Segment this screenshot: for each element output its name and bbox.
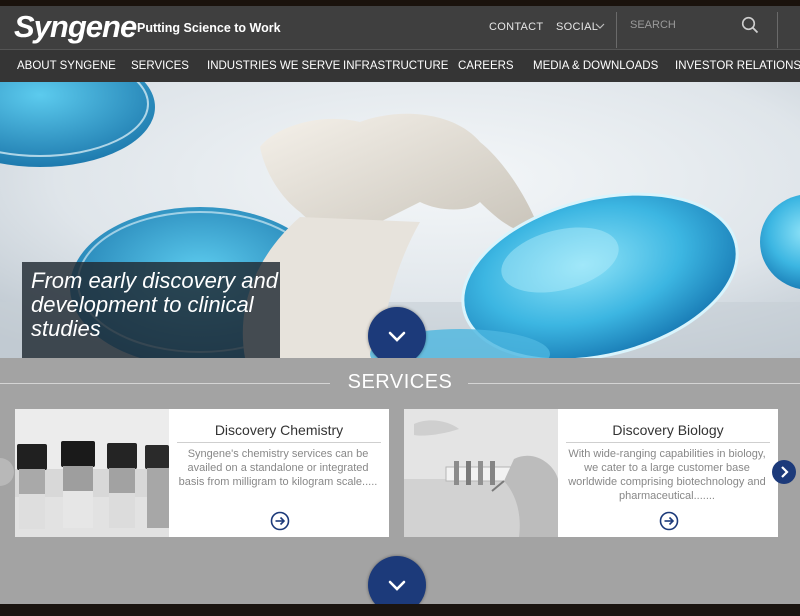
card-title: Discovery Chemistry	[214, 422, 344, 438]
services-section: SERVICES Discovery Chemistry Syngene's c…	[0, 358, 800, 604]
page: Syngene Putting Science to Work CONTACT …	[0, 0, 800, 616]
hero-caption: From early discovery and development to …	[31, 268, 278, 341]
search-icon[interactable]	[741, 16, 759, 34]
nav-item-industries[interactable]: INDUSTRIES WE SERVE	[207, 60, 340, 72]
divider	[177, 442, 381, 443]
divider	[468, 383, 800, 384]
social-dropdown[interactable]: SOCIAL	[556, 21, 598, 33]
card-description: With wide-ranging capabilities in biolog…	[568, 448, 766, 502]
service-card-discovery-biology[interactable]: Discovery Biology With wide-ranging capa…	[404, 409, 778, 537]
bottom-strip	[0, 604, 800, 616]
chevron-right-icon	[781, 466, 789, 478]
nav-item-infrastructure[interactable]: INFRASTRUCTURE	[343, 60, 448, 72]
hero-caption-box: From early discovery and development to …	[22, 262, 280, 358]
nav-item-investor-relations[interactable]: INVESTOR RELATIONS	[675, 60, 800, 72]
main-nav: ABOUT SYNGENE SERVICES INDUSTRIES WE SER…	[0, 49, 800, 82]
slider-prev-button[interactable]	[0, 458, 14, 486]
slider-next-button[interactable]	[772, 460, 796, 484]
scroll-down-button[interactable]	[368, 556, 426, 604]
glove-tubes-photo	[404, 409, 558, 537]
nav-item-careers[interactable]: CAREERS	[458, 60, 514, 72]
header-bar: Syngene Putting Science to Work CONTACT …	[0, 6, 800, 49]
divider	[777, 12, 778, 48]
tagline: Putting Science to Work	[137, 21, 281, 35]
nav-item-about-syngene[interactable]: ABOUT SYNGENE	[17, 60, 116, 72]
chevron-down-icon[interactable]	[594, 20, 606, 32]
nav-item-media-downloads[interactable]: MEDIA & DOWNLOADS	[533, 60, 658, 72]
arrow-right-circle-icon[interactable]	[270, 511, 290, 531]
chevron-down-icon	[388, 331, 406, 342]
card-description: Syngene's chemistry services can be avai…	[178, 448, 378, 488]
syngene-logo[interactable]: Syngene	[14, 9, 137, 45]
hero-banner: From early discovery and development to …	[0, 82, 800, 358]
nav-item-services[interactable]: SERVICES	[131, 60, 189, 72]
card-title: Discovery Biology	[612, 422, 724, 438]
scroll-down-button[interactable]	[368, 307, 426, 358]
vials-photo	[15, 409, 169, 537]
search-input[interactable]	[630, 14, 730, 36]
service-card-discovery-chemistry[interactable]: Discovery Chemistry Syngene's chemistry …	[15, 409, 389, 537]
chevron-down-icon	[388, 580, 406, 591]
divider	[616, 12, 617, 48]
contact-link[interactable]: CONTACT	[489, 21, 543, 33]
divider	[566, 442, 770, 443]
arrow-right-circle-icon[interactable]	[659, 511, 679, 531]
